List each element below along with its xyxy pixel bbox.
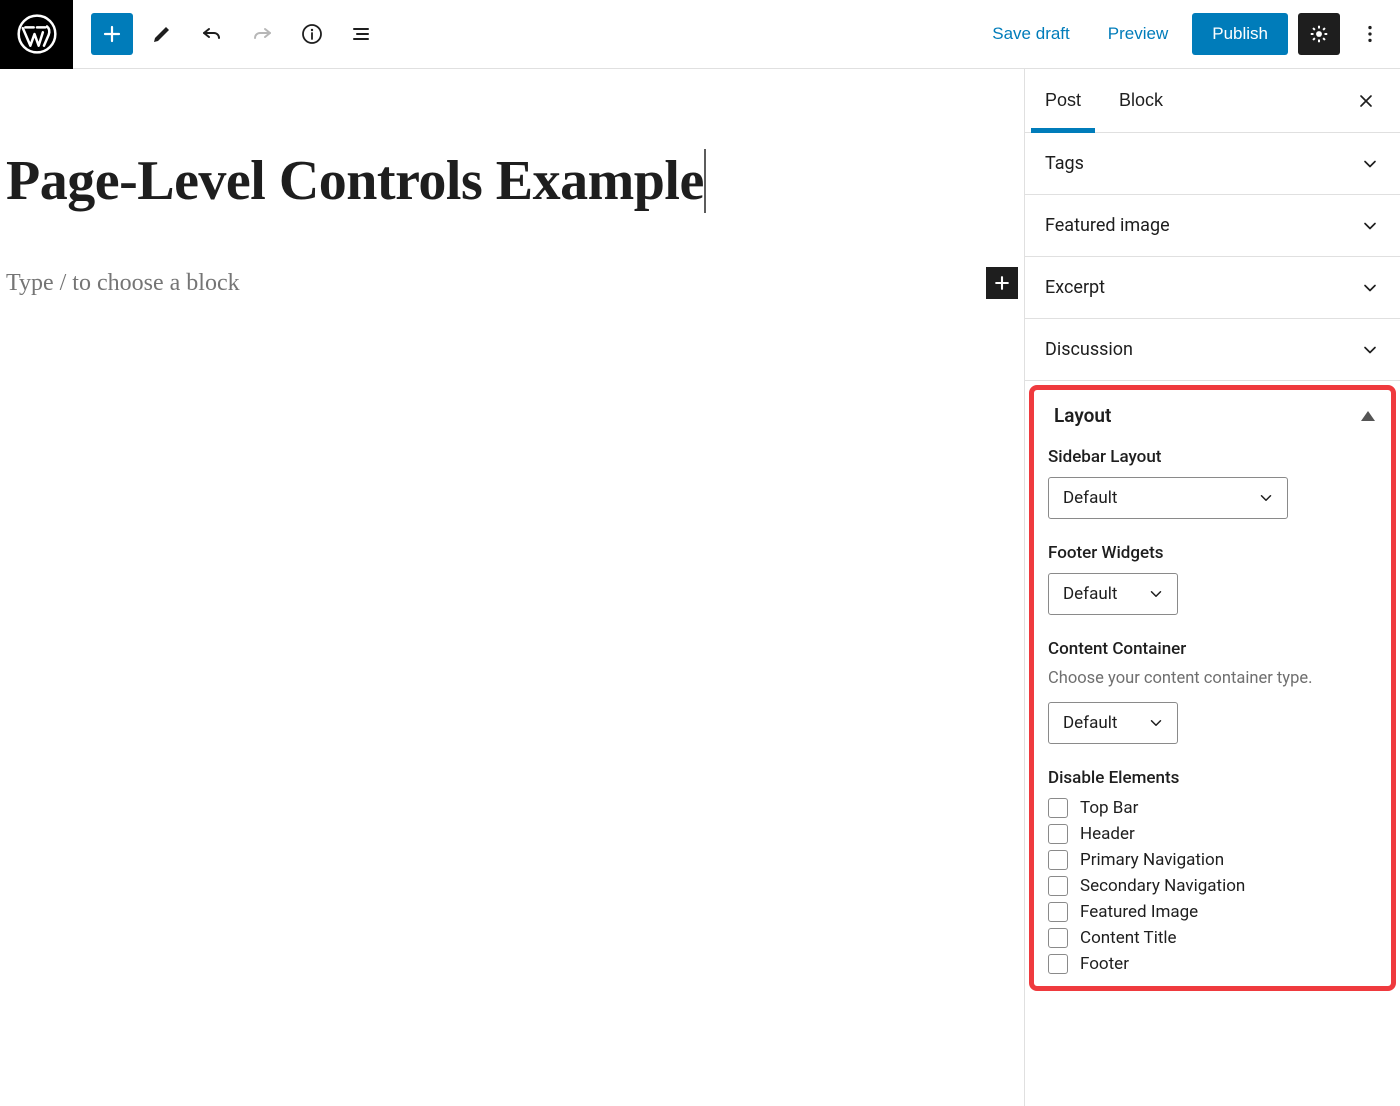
disable-footer[interactable]: Footer (1048, 954, 1377, 974)
disable-secondary-nav[interactable]: Secondary Navigation (1048, 876, 1377, 896)
panel-discussion[interactable]: Discussion (1025, 319, 1400, 381)
disable-footer-checkbox[interactable] (1048, 954, 1068, 974)
disable-top-bar-label: Top Bar (1080, 798, 1138, 818)
chevron-down-icon (1360, 216, 1380, 236)
footer-widgets-select[interactable]: Default (1048, 573, 1178, 615)
disable-elements-list: Top Bar Header Primary Navigation S (1048, 798, 1377, 974)
sidebar-layout-label: Sidebar Layout (1048, 447, 1377, 467)
undo-icon (200, 22, 224, 46)
wordpress-icon (17, 14, 57, 54)
inline-add-block-button[interactable] (986, 267, 1018, 299)
panel-featured-image[interactable]: Featured image (1025, 195, 1400, 257)
chevron-down-icon (1147, 714, 1165, 732)
field-footer-widgets: Footer Widgets Default (1044, 537, 1381, 633)
disable-header-checkbox[interactable] (1048, 824, 1068, 844)
publish-button[interactable]: Publish (1192, 13, 1288, 55)
panel-layout-header[interactable]: Layout (1044, 400, 1381, 441)
settings-button[interactable] (1298, 13, 1340, 55)
disable-header[interactable]: Header (1048, 824, 1377, 844)
chevron-down-icon (1360, 154, 1380, 174)
content-container-value: Default (1063, 713, 1117, 733)
disable-header-label: Header (1080, 824, 1135, 844)
add-block-button[interactable] (91, 13, 133, 55)
gear-icon (1308, 23, 1330, 45)
plus-icon (992, 273, 1012, 293)
field-disable-elements: Disable Elements Top Bar Header Prima (1044, 762, 1381, 978)
outline-button[interactable] (341, 13, 383, 55)
plus-icon (100, 22, 124, 46)
caret-up-icon (1361, 411, 1375, 421)
disable-content-title[interactable]: Content Title (1048, 928, 1377, 948)
panel-excerpt-label: Excerpt (1045, 277, 1105, 298)
sidebar-layout-value: Default (1063, 488, 1117, 508)
pencil-icon (150, 22, 174, 46)
panel-layout-title: Layout (1054, 404, 1111, 427)
app-root: Save draft Preview Publish Page-Level Co… (0, 0, 1400, 1106)
sidebar-layout-select[interactable]: Default (1048, 477, 1288, 519)
tab-post[interactable]: Post (1045, 69, 1081, 132)
redo-button[interactable] (241, 13, 283, 55)
disable-featured-image[interactable]: Featured Image (1048, 902, 1377, 922)
disable-secondary-nav-checkbox[interactable] (1048, 876, 1068, 896)
preview-button[interactable]: Preview (1094, 14, 1182, 54)
redo-icon (250, 22, 274, 46)
field-sidebar-layout: Sidebar Layout Default (1044, 441, 1381, 537)
panel-discussion-label: Discussion (1045, 339, 1133, 360)
disable-elements-label: Disable Elements (1048, 768, 1377, 788)
panel-tags-label: Tags (1045, 153, 1084, 174)
list-icon (350, 22, 374, 46)
chevron-down-icon (1360, 340, 1380, 360)
editor-canvas[interactable]: Page-Level Controls Example Type / to ch… (0, 69, 1024, 1106)
content-container-label: Content Container (1048, 639, 1377, 659)
panel-excerpt[interactable]: Excerpt (1025, 257, 1400, 319)
disable-featured-image-label: Featured Image (1080, 902, 1198, 922)
main-area: Page-Level Controls Example Type / to ch… (0, 69, 1400, 1106)
disable-secondary-nav-label: Secondary Navigation (1080, 876, 1245, 896)
chevron-down-icon (1360, 278, 1380, 298)
disable-footer-label: Footer (1080, 954, 1129, 974)
panel-tags[interactable]: Tags (1025, 133, 1400, 195)
kebab-icon (1359, 23, 1381, 45)
close-icon (1356, 91, 1376, 111)
body-placeholder[interactable]: Type / to choose a block (6, 270, 986, 297)
sidebar-tabs: Post Block (1025, 69, 1400, 133)
info-button[interactable] (291, 13, 333, 55)
undo-button[interactable] (191, 13, 233, 55)
wordpress-logo[interactable] (0, 0, 73, 69)
top-toolbar: Save draft Preview Publish (0, 0, 1400, 69)
toolbar-left (73, 13, 383, 55)
tab-block[interactable]: Block (1119, 69, 1163, 132)
footer-widgets-label: Footer Widgets (1048, 543, 1377, 563)
disable-primary-nav-checkbox[interactable] (1048, 850, 1068, 870)
edit-mode-button[interactable] (141, 13, 183, 55)
disable-primary-nav[interactable]: Primary Navigation (1048, 850, 1377, 870)
disable-top-bar-checkbox[interactable] (1048, 798, 1068, 818)
close-sidebar-button[interactable] (1350, 85, 1382, 117)
field-content-container: Content Container Choose your content co… (1044, 633, 1381, 762)
panel-featured-image-label: Featured image (1045, 215, 1170, 236)
panel-layout: Layout Sidebar Layout Default Footer Wid… (1029, 385, 1396, 991)
settings-sidebar: Post Block Tags Featured image Excerpt D… (1024, 69, 1400, 1106)
content-container-help: Choose your content container type. (1048, 669, 1377, 688)
disable-content-title-checkbox[interactable] (1048, 928, 1068, 948)
post-title-input[interactable]: Page-Level Controls Example (6, 149, 706, 213)
disable-top-bar[interactable]: Top Bar (1048, 798, 1377, 818)
chevron-down-icon (1257, 489, 1275, 507)
chevron-down-icon (1147, 585, 1165, 603)
footer-widgets-value: Default (1063, 584, 1117, 604)
toolbar-right: Save draft Preview Publish (978, 13, 1400, 55)
info-icon (300, 22, 324, 46)
save-draft-button[interactable]: Save draft (978, 14, 1084, 54)
disable-content-title-label: Content Title (1080, 928, 1177, 948)
disable-primary-nav-label: Primary Navigation (1080, 850, 1224, 870)
disable-featured-image-checkbox[interactable] (1048, 902, 1068, 922)
more-options-button[interactable] (1350, 13, 1390, 55)
content-container-select[interactable]: Default (1048, 702, 1178, 744)
body-placeholder-row: Type / to choose a block (6, 267, 1018, 299)
